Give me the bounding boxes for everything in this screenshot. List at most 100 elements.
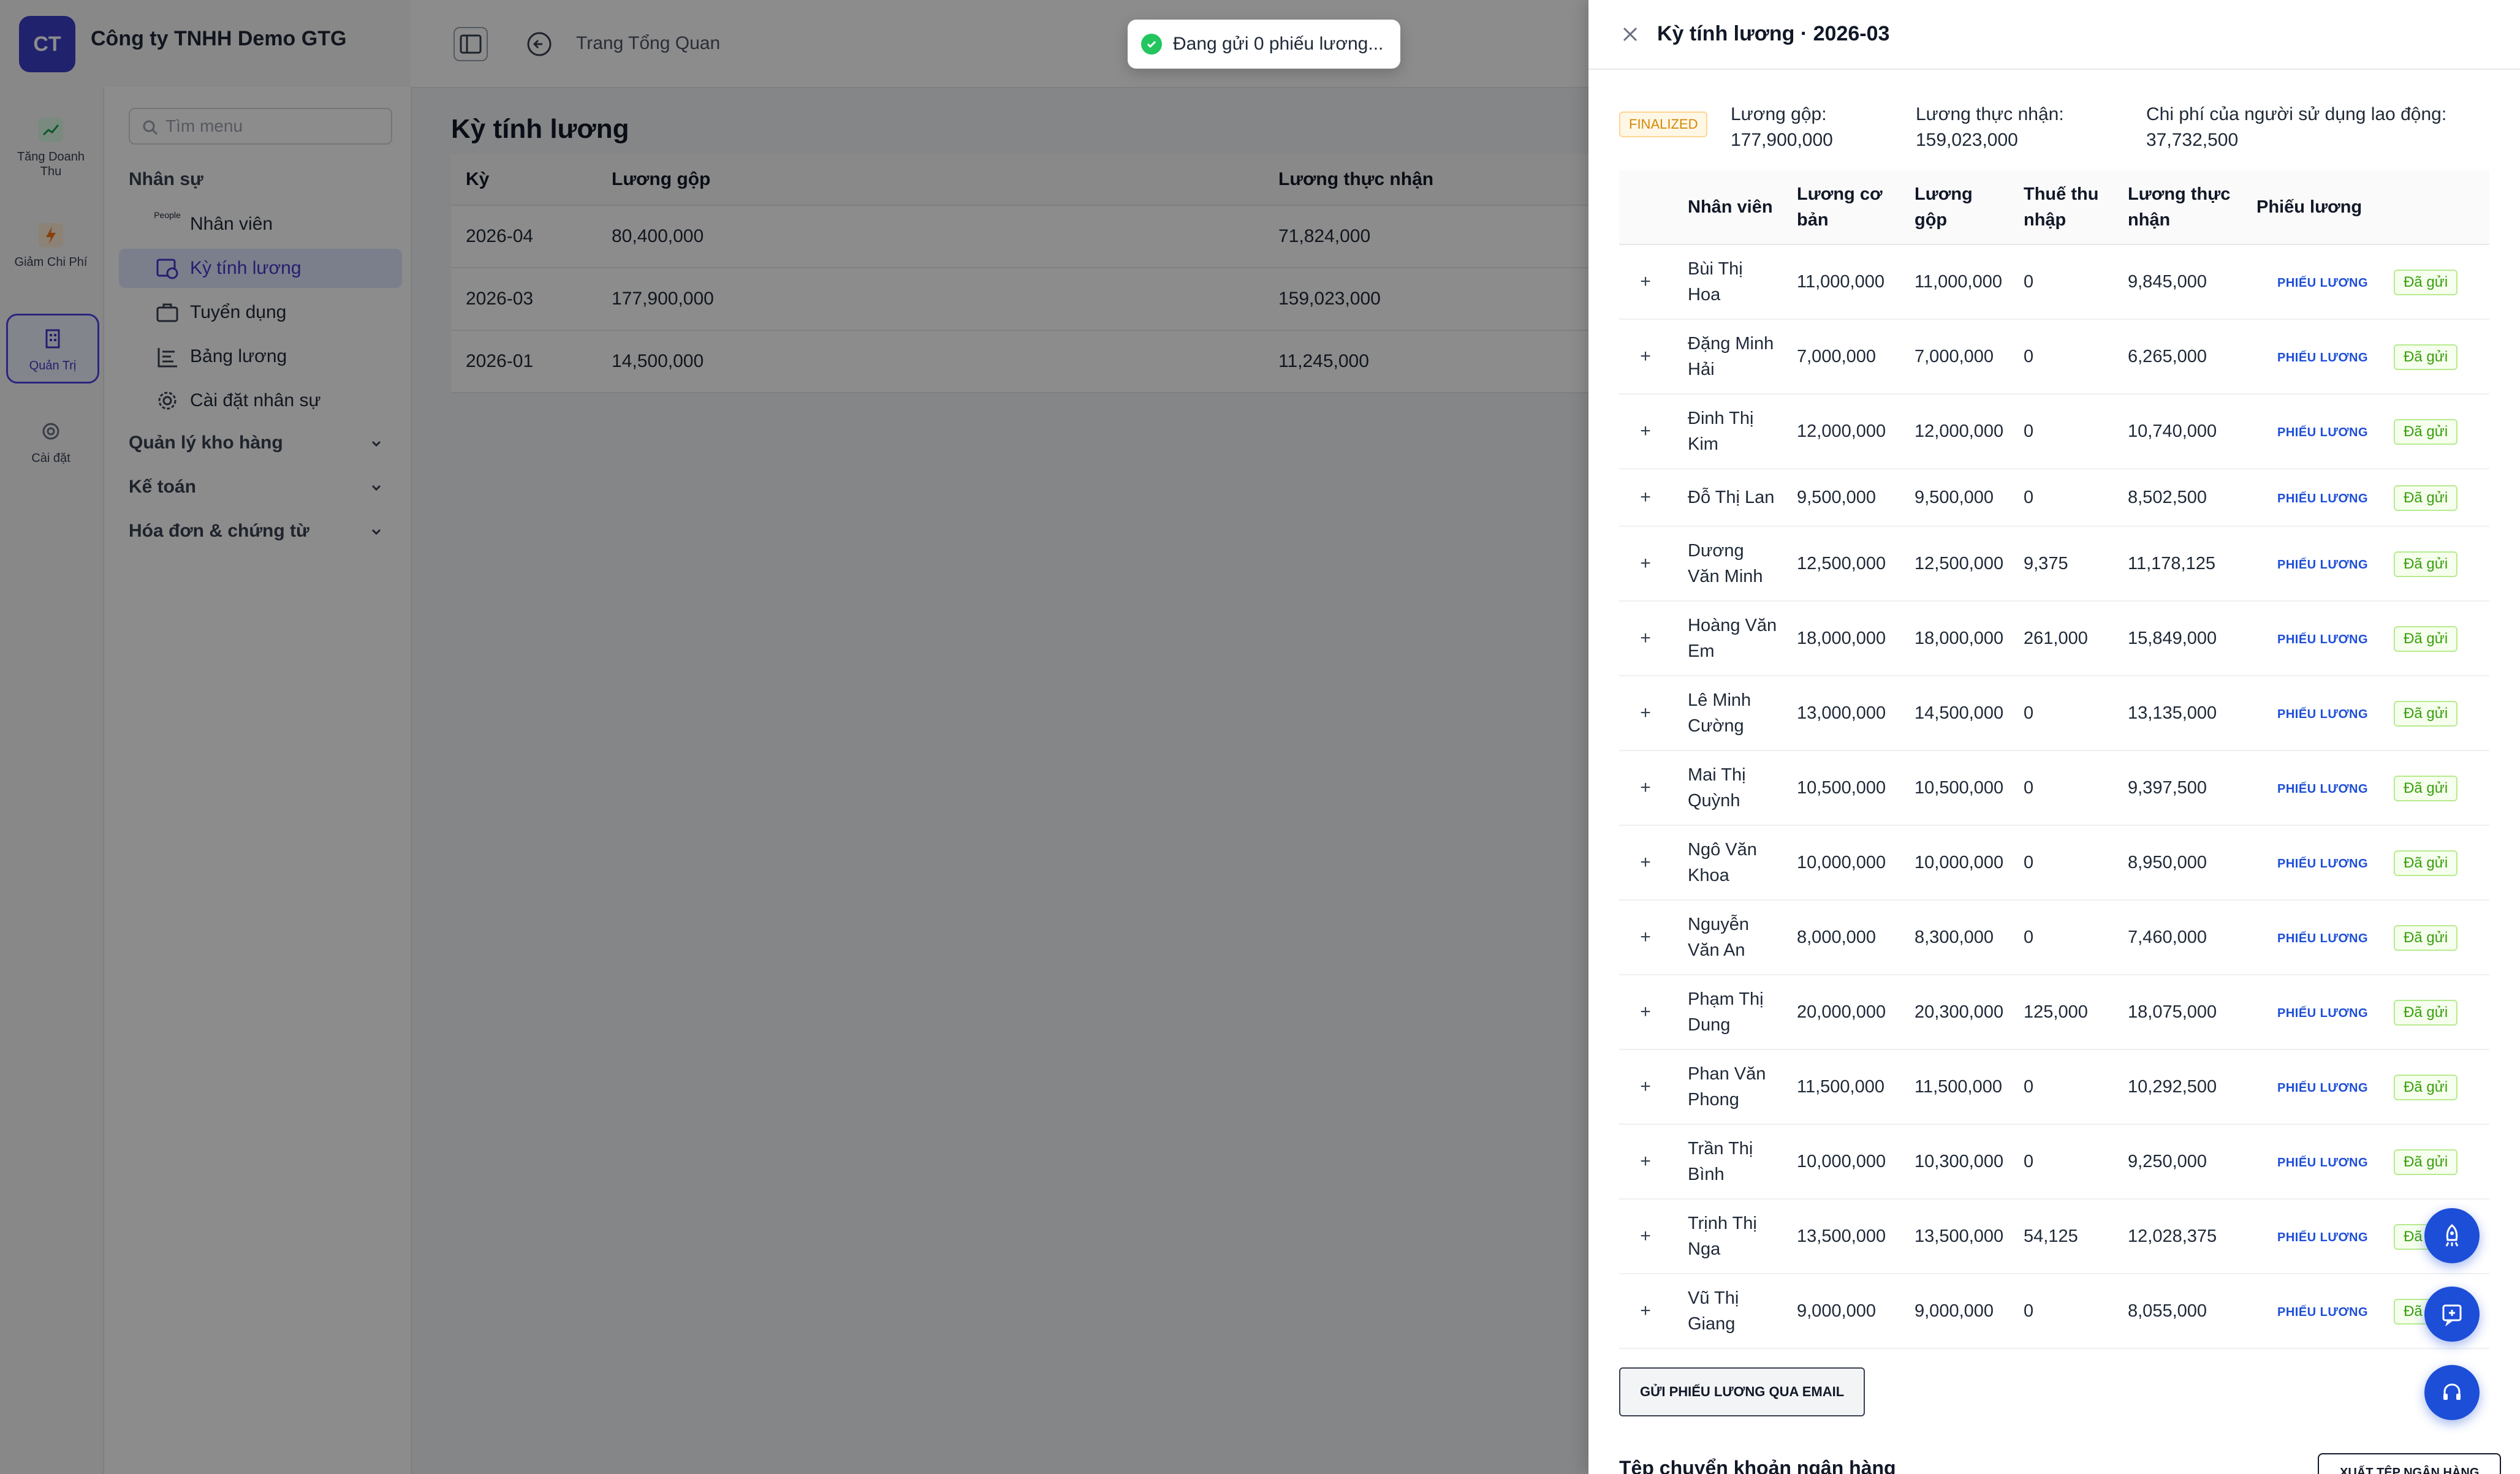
payslip-link[interactable]: PHIẾU LƯƠNG <box>2277 1007 2368 1020</box>
table-row[interactable]: + Phạm Thị Dung 20,000,000 20,300,000 125,00… <box>1619 975 2489 1050</box>
status-badge: FINALIZED <box>1619 111 1708 137</box>
table-row[interactable]: + Đặng Minh Hải 7,000,000 7,000,000 0 6,265,0… <box>1619 319 2489 395</box>
gross-salary-cell: 10,300,000 <box>1905 1124 2014 1200</box>
expand-row-icon[interactable]: + <box>1636 1078 1655 1096</box>
employee-name-cell: Phan Văn Phong <box>1678 1049 1787 1125</box>
expand-cell: + <box>1619 601 1678 676</box>
payslip-link[interactable]: PHIẾU LƯƠNG <box>2277 492 2368 505</box>
table-row[interactable]: + Dương Văn Minh 12,500,000 12,500,000 9,375… <box>1619 526 2489 602</box>
expand-row-icon[interactable]: + <box>1636 1302 1655 1320</box>
table-row[interactable]: + Trịnh Thị Nga 13,500,000 13,500,000 54,125… <box>1619 1199 2489 1274</box>
payslip-link[interactable]: PHIẾU LƯƠNG <box>2277 857 2368 871</box>
payslip-link[interactable]: PHIẾU LƯƠNG <box>2277 1231 2368 1244</box>
payslip-link[interactable]: PHIẾU LƯƠNG <box>2277 558 2368 572</box>
payslip-link[interactable]: PHIẾU LƯƠNG <box>2277 932 2368 945</box>
payslip-cell: PHIẾU LƯƠNG Đã gửi <box>2247 975 2489 1050</box>
column-header-tax[interactable]: Thuế thu nhập <box>2014 170 2118 245</box>
summary-net-value: 159,023,000 <box>1916 130 2018 150</box>
employee-name-cell: Nguyễn Văn An <box>1678 900 1787 975</box>
base-salary-cell: 8,000,000 <box>1787 900 1905 975</box>
table-row[interactable]: + Vũ Thị Giang 9,000,000 9,000,000 0 8,055,00… <box>1619 1274 2489 1349</box>
close-icon[interactable] <box>1619 23 1641 45</box>
table-row[interactable]: + Trần Thị Bình 10,000,000 10,300,000 0 9,250… <box>1619 1124 2489 1200</box>
table-row[interactable]: + Nguyễn Văn An 8,000,000 8,300,000 0 7,460,0… <box>1619 900 2489 975</box>
expand-row-icon[interactable]: + <box>1636 853 1655 872</box>
expand-cell: + <box>1619 1124 1678 1200</box>
expand-row-icon[interactable]: + <box>1636 554 1655 573</box>
base-salary-cell: 9,000,000 <box>1787 1274 1905 1349</box>
income-tax-cell: 0 <box>2014 1049 2118 1125</box>
net-salary-cell: 13,135,000 <box>2118 676 2247 751</box>
summary-net: Lương thực nhận: 159,023,000 <box>1916 102 2064 153</box>
payslip-link[interactable]: PHIẾU LƯƠNG <box>2277 351 2368 365</box>
column-header-payslip[interactable]: Phiếu lương <box>2247 170 2489 245</box>
headset-icon <box>2443 1383 2461 1400</box>
payroll-summary: FINALIZED Lương gộp: 177,900,000 Lương t… <box>1619 102 2489 151</box>
rocket-button[interactable] <box>2424 1208 2480 1263</box>
table-row[interactable]: + Bùi Thị Hoa 11,000,000 11,000,000 0 9,845,0… <box>1619 244 2489 320</box>
expand-row-icon[interactable]: + <box>1636 1227 1655 1245</box>
income-tax-cell: 261,000 <box>2014 601 2118 676</box>
base-salary-cell: 20,000,000 <box>1787 975 1905 1050</box>
support-button[interactable] <box>2424 1365 2480 1420</box>
expand-row-icon[interactable]: + <box>1636 347 1655 366</box>
summary-gross-value: 177,900,000 <box>1731 130 1833 150</box>
gross-salary-cell: 13,500,000 <box>1905 1199 2014 1274</box>
payslip-link[interactable]: PHIẾU LƯƠNG <box>2277 1081 2368 1095</box>
table-row[interactable]: + Mai Thị Quỳnh 10,500,000 10,500,000 0 9,397… <box>1619 750 2489 826</box>
column-header-net[interactable]: Lương thực nhận <box>2118 170 2247 245</box>
expand-row-icon[interactable]: + <box>1636 1003 1655 1021</box>
payslip-link[interactable]: PHIẾU LƯƠNG <box>2277 276 2368 290</box>
drawer-header: Kỳ tính lương · 2026-03 <box>1588 0 2520 70</box>
income-tax-cell: 125,000 <box>2014 975 2118 1050</box>
net-salary-cell: 8,055,000 <box>2118 1274 2247 1349</box>
base-salary-cell: 11,500,000 <box>1787 1049 1905 1125</box>
table-row[interactable]: + Lê Minh Cường 13,000,000 14,500,000 0 13,13… <box>1619 676 2489 751</box>
payslip-link[interactable]: PHIẾU LƯƠNG <box>2277 1156 2368 1170</box>
expand-row-icon[interactable]: + <box>1636 488 1655 507</box>
income-tax-cell: 0 <box>2014 825 2118 901</box>
payslip-link[interactable]: PHIẾU LƯƠNG <box>2277 633 2368 646</box>
summary-gross-label: Lương gộp: <box>1731 104 1827 124</box>
income-tax-cell: 0 <box>2014 900 2118 975</box>
ai-assistant-button[interactable] <box>2424 1287 2480 1342</box>
expand-row-icon[interactable]: + <box>1636 779 1655 797</box>
base-salary-cell: 11,000,000 <box>1787 244 1905 320</box>
ai-assistant-icon <box>2442 1304 2462 1327</box>
net-salary-cell: 7,460,000 <box>2118 900 2247 975</box>
sent-status-badge: Đã gửi <box>2394 999 2458 1026</box>
export-bank-file-button[interactable]: XUẤT TỆP NGÂN HÀNG <box>2318 1453 2502 1474</box>
net-salary-cell: 8,502,500 <box>2118 469 2247 527</box>
employee-name-cell: Phạm Thị Dung <box>1678 975 1787 1050</box>
table-row[interactable]: + Đỗ Thị Lan 9,500,000 9,500,000 0 8,502,500 P… <box>1619 469 2489 527</box>
modal-backdrop[interactable] <box>0 0 1588 1474</box>
sending-toast: Đang gửi 0 phiếu lương... <box>1128 20 1401 69</box>
income-tax-cell: 0 <box>2014 1274 2118 1349</box>
expand-row-icon[interactable]: + <box>1636 1152 1655 1171</box>
expand-row-icon[interactable]: + <box>1636 928 1655 947</box>
expand-row-icon[interactable]: + <box>1636 629 1655 648</box>
payslip-link[interactable]: PHIẾU LƯƠNG <box>2277 1306 2368 1319</box>
table-row[interactable]: + Hoàng Văn Em 18,000,000 18,000,000 261,000… <box>1619 601 2489 676</box>
payslip-link[interactable]: PHIẾU LƯƠNG <box>2277 708 2368 721</box>
send-payslips-email-button[interactable]: GỬI PHIẾU LƯƠNG QUA EMAIL <box>1619 1367 1865 1416</box>
table-row[interactable]: + Đinh Thị Kim 12,000,000 12,000,000 0 10,740… <box>1619 394 2489 469</box>
sent-status-badge: Đã gửi <box>2394 1074 2458 1100</box>
expand-row-icon[interactable]: + <box>1636 422 1655 440</box>
employee-name-cell: Trần Thị Bình <box>1678 1124 1787 1200</box>
expand-cell: + <box>1619 1049 1678 1125</box>
table-row[interactable]: + Ngô Văn Khoa 10,000,000 10,000,000 0 8,950,… <box>1619 825 2489 901</box>
expand-row-icon[interactable]: + <box>1636 704 1655 722</box>
income-tax-cell: 0 <box>2014 319 2118 395</box>
sent-status-badge: Đã gửi <box>2394 850 2458 876</box>
expand-row-icon[interactable]: + <box>1636 273 1655 291</box>
summary-employer-value: 37,732,500 <box>2146 130 2239 150</box>
sent-status-badge: Đã gửi <box>2394 626 2458 652</box>
payslip-link[interactable]: PHIẾU LƯƠNG <box>2277 782 2368 796</box>
table-row[interactable]: + Phan Văn Phong 11,500,000 11,500,000 0 10,2… <box>1619 1049 2489 1125</box>
column-header-gross[interactable]: Lương gộp <box>1905 170 2014 245</box>
column-header-employee[interactable]: Nhân viên <box>1678 170 1787 245</box>
employee-name-cell: Mai Thị Quỳnh <box>1678 750 1787 826</box>
column-header-base[interactable]: Lương cơ bản <box>1787 170 1905 245</box>
payslip-link[interactable]: PHIẾU LƯƠNG <box>2277 426 2368 439</box>
